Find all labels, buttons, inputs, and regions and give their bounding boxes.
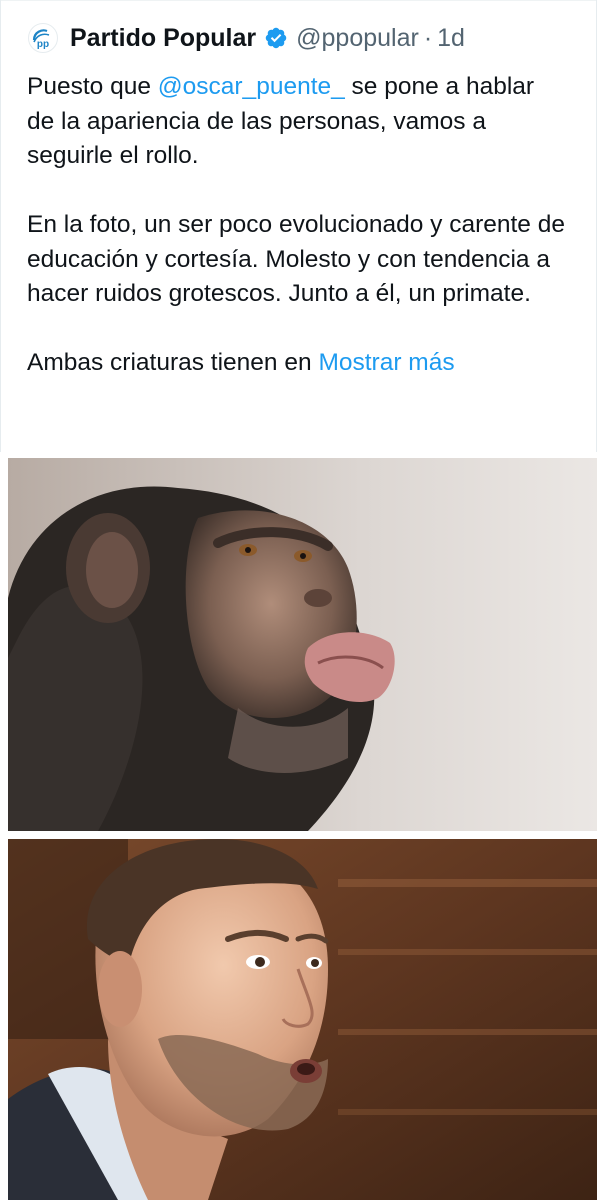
pp-logo-icon: pp: [32, 29, 50, 50]
card-left-border: [0, 0, 1, 452]
tweet-photo-man[interactable]: [8, 839, 597, 1200]
card-top-border: [0, 0, 597, 1]
tweet-text: Puesto que @oscar_puente_ se pone a habl…: [27, 70, 567, 381]
tweet-paragraph-3: Ambas criaturas tienen en Mostrar más: [27, 346, 567, 381]
show-more-link[interactable]: Mostrar más: [318, 349, 454, 376]
author-display-name[interactable]: Partido Popular: [70, 24, 256, 53]
author-handle[interactable]: @ppopular: [296, 24, 419, 53]
tweet-photo-chimpanzee[interactable]: [8, 458, 597, 831]
man-photo: [8, 839, 597, 1200]
tweet-paragraph-2: En la foto, un ser poco evolucionado y c…: [27, 211, 565, 307]
avatar[interactable]: pp: [28, 23, 58, 53]
header-separator: ·: [423, 23, 433, 52]
tweet-text-part: Ambas criaturas tienen en: [27, 349, 319, 376]
tweet-timestamp[interactable]: 1d: [437, 24, 465, 53]
verified-badge-icon: [264, 26, 288, 50]
tweet-paragraph-1: Puesto que @oscar_puente_ se pone a habl…: [27, 70, 567, 174]
avatar-logo-text: pp: [37, 39, 49, 50]
tweet-text-part: Puesto que: [27, 73, 158, 100]
chimpanzee-photo: [8, 458, 597, 831]
tweet-header: pp Partido Popular @ppopular · 1d: [28, 20, 465, 56]
mention-link[interactable]: @oscar_puente_: [158, 73, 345, 100]
